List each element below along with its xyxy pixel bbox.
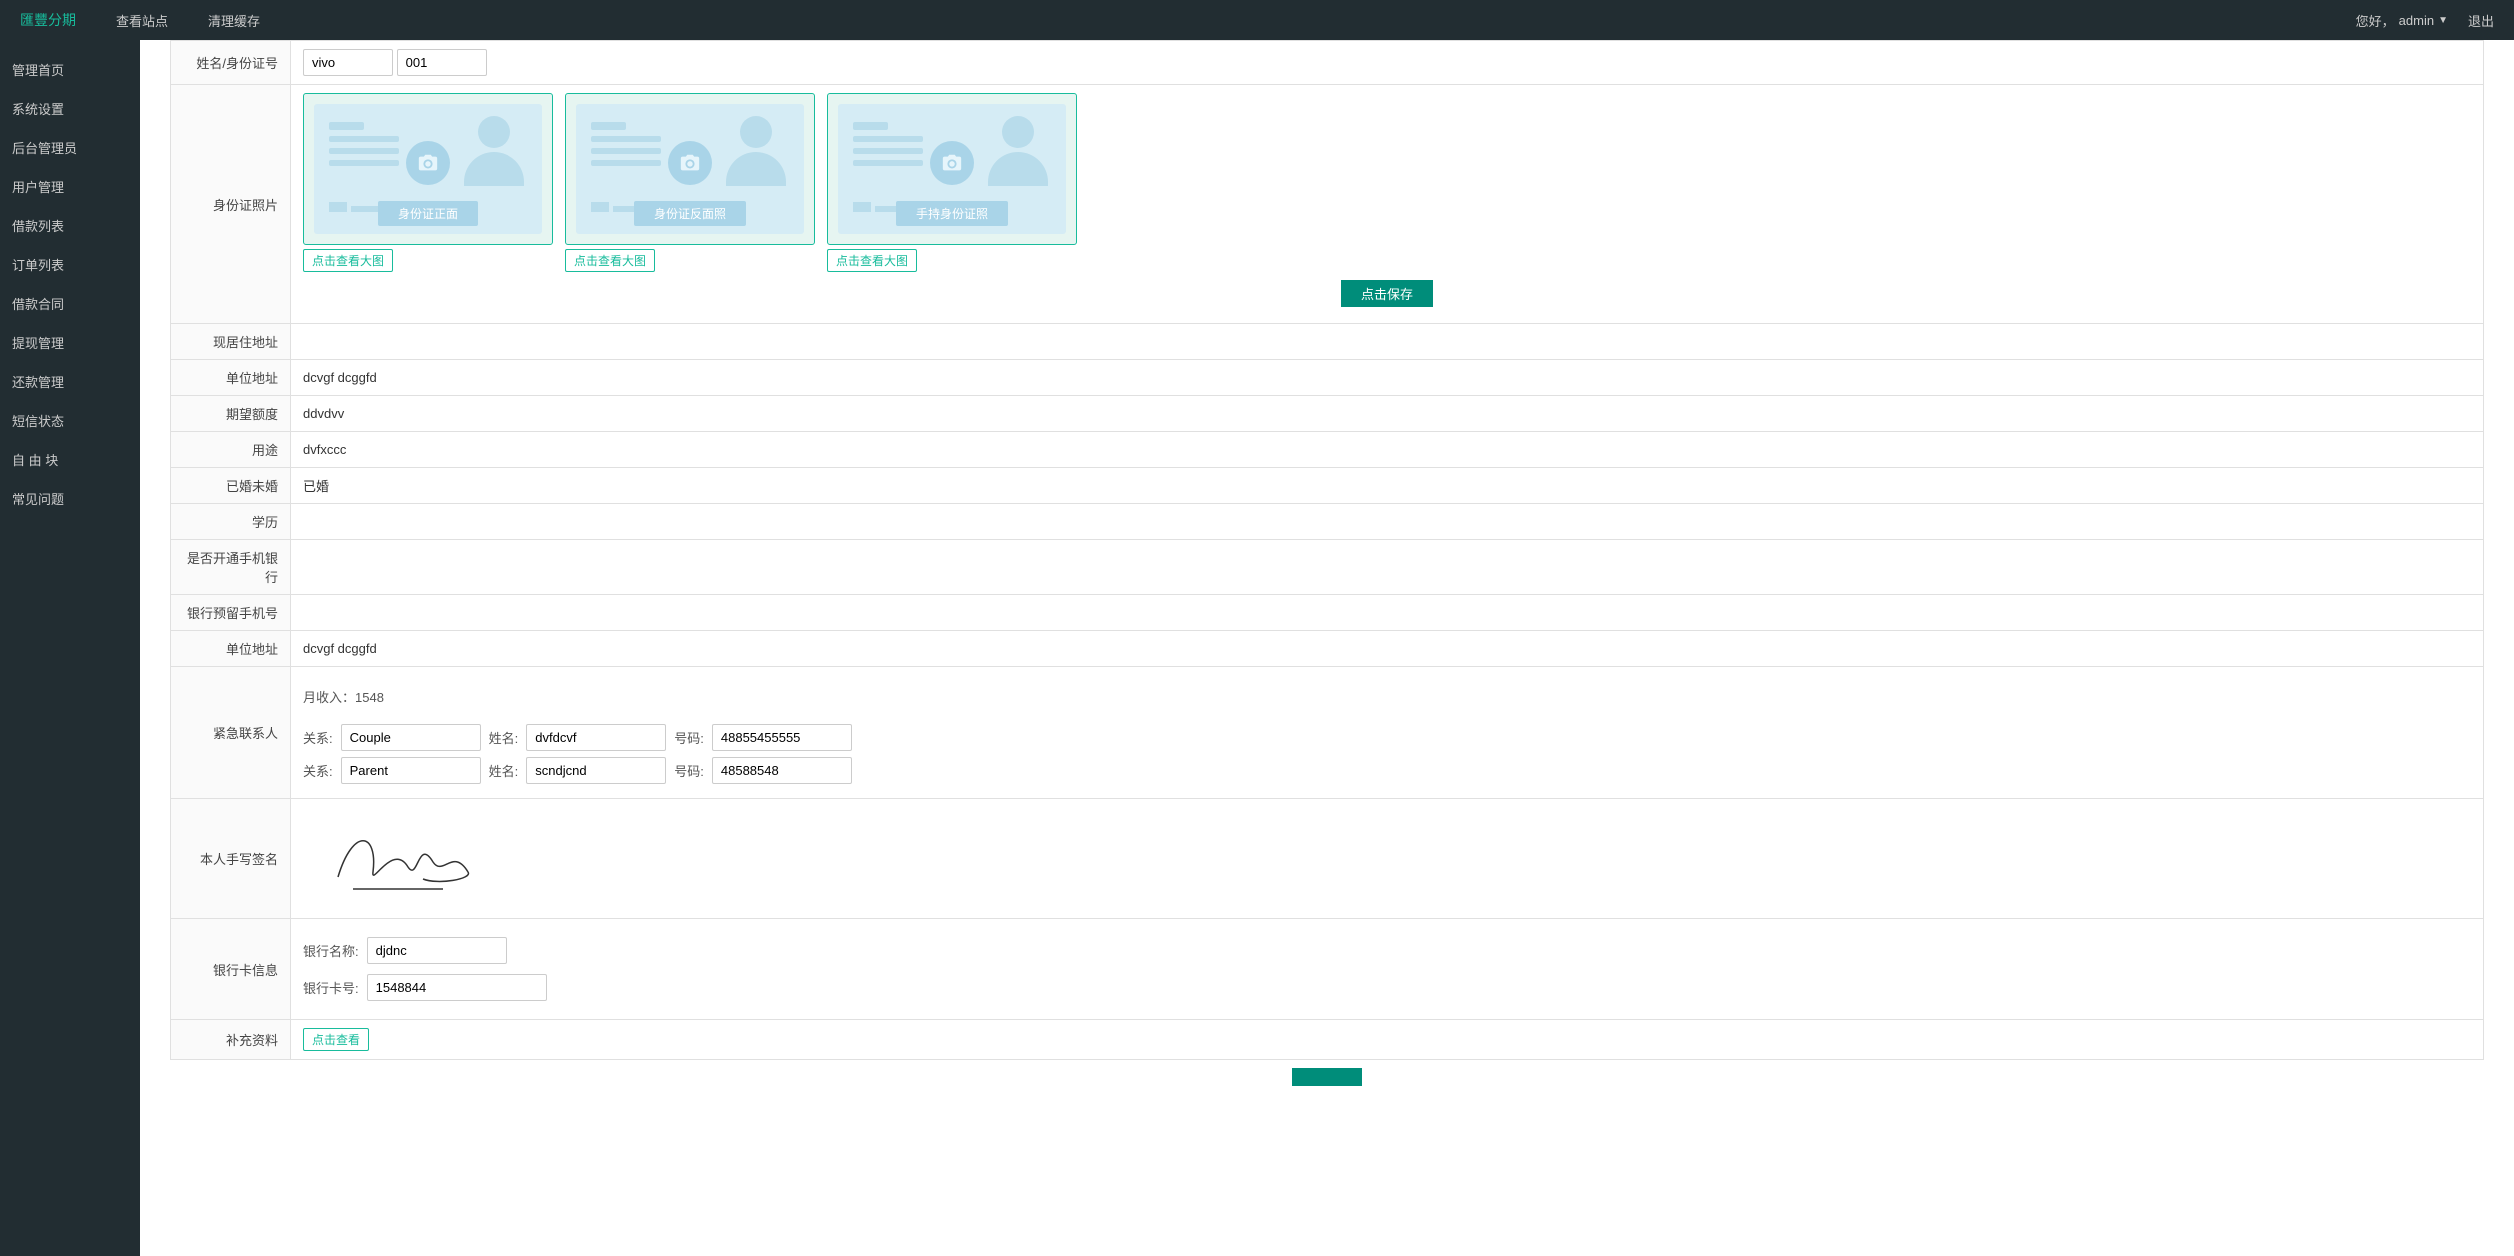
relation-label-2: 关系: (303, 761, 333, 780)
form-table: 姓名/身份证号 身份证照片 (170, 40, 2484, 1060)
phone-label-2: 号码: (674, 761, 704, 780)
topbar-left: 匯豐分期 查看站点 清理缓存 (20, 10, 260, 30)
camera-icon (930, 141, 974, 185)
id-photos-row: 身份证正面 点击查看大图 (303, 93, 2471, 272)
contact-row-1: 关系: 姓名: 号码: (303, 724, 2471, 751)
id-caption-front: 身份证正面 (378, 201, 478, 226)
label-company-address: 单位地址 (171, 360, 291, 396)
topbar-right: 您好， admin ▼ 退出 (2356, 11, 2494, 30)
label-mobile-bank: 是否开通手机银行 (171, 540, 291, 595)
bottom-save-button[interactable] (1292, 1068, 1362, 1086)
user-dropdown[interactable]: 您好， admin ▼ (2356, 11, 2448, 30)
sidebar-item-loans[interactable]: 借款列表 (0, 206, 140, 245)
label-current-address: 现居住地址 (171, 324, 291, 360)
sidebar-item-freeblock[interactable]: 自 由 块 (0, 440, 140, 479)
view-large-hand[interactable]: 点击查看大图 (827, 249, 917, 272)
name-input-1[interactable] (526, 724, 666, 751)
id-caption-hand: 手持身份证照 (896, 201, 1008, 226)
relation-input-1[interactable] (341, 724, 481, 751)
value-marital: 已婚 (291, 468, 2484, 504)
save-photos-button[interactable]: 点击保存 (1341, 280, 1433, 307)
id-card-front[interactable]: 身份证正面 (303, 93, 553, 245)
sidebar-item-sms[interactable]: 短信状态 (0, 401, 140, 440)
id-card-front-wrap: 身份证正面 点击查看大图 (303, 93, 553, 272)
sidebar-item-users[interactable]: 用户管理 (0, 167, 140, 206)
contact-row-2: 关系: 姓名: 号码: (303, 757, 2471, 784)
main-content: 姓名/身份证号 身份证照片 (140, 40, 2514, 1256)
id-card-hand[interactable]: 手持身份证照 (827, 93, 1077, 245)
label-expected-amount: 期望额度 (171, 396, 291, 432)
sidebar-item-faq[interactable]: 常见问题 (0, 479, 140, 518)
value-current-address (291, 324, 2484, 360)
label-purpose: 用途 (171, 432, 291, 468)
id-card-hand-wrap: 手持身份证照 点击查看大图 (827, 93, 1077, 272)
phone-label-1: 号码: (674, 728, 704, 747)
id-card-back-wrap: 身份证反面照 点击查看大图 (565, 93, 815, 272)
value-company-address: dcvgf dcggfd (291, 360, 2484, 396)
value-bank-phone (291, 595, 2484, 631)
bank-name-label: 银行名称: (303, 941, 359, 960)
label-company-address2: 单位地址 (171, 631, 291, 667)
bank-card-input[interactable] (367, 974, 547, 1001)
name-label-2: 姓名: (489, 761, 519, 780)
brand[interactable]: 匯豐分期 (20, 10, 76, 30)
label-bank-phone: 银行预留手机号 (171, 595, 291, 631)
phone-input-2[interactable] (712, 757, 852, 784)
monthly-income-value: 1548 (355, 690, 384, 705)
label-extra: 补充资料 (171, 1020, 291, 1060)
nav-view-site[interactable]: 查看站点 (116, 11, 168, 30)
caret-down-icon: ▼ (2438, 15, 2448, 26)
value-expected-amount: ddvdvv (291, 396, 2484, 432)
sidebar-item-admin[interactable]: 后台管理员 (0, 128, 140, 167)
sidebar-item-home[interactable]: 管理首页 (0, 50, 140, 89)
sidebar-item-orders[interactable]: 订单列表 (0, 245, 140, 284)
sidebar: 管理首页 系统设置 后台管理员 用户管理 借款列表 订单列表 借款合同 提现管理… (0, 40, 140, 1256)
view-large-front[interactable]: 点击查看大图 (303, 249, 393, 272)
monthly-income: 月收入：1548 (303, 687, 2471, 706)
signature-image (303, 807, 2471, 910)
label-education: 学历 (171, 504, 291, 540)
name-label-1: 姓名: (489, 728, 519, 747)
id-placeholder-icon: 手持身份证照 (838, 104, 1066, 234)
camera-icon (406, 141, 450, 185)
value-education (291, 504, 2484, 540)
label-bank-card: 银行卡信息 (171, 919, 291, 1020)
nav-clear-cache[interactable]: 清理缓存 (208, 11, 260, 30)
id-caption-back: 身份证反面照 (634, 201, 746, 226)
value-mobile-bank (291, 540, 2484, 595)
camera-icon (668, 141, 712, 185)
relation-label-1: 关系: (303, 728, 333, 747)
id-card-back[interactable]: 身份证反面照 (565, 93, 815, 245)
sidebar-item-withdraw[interactable]: 提现管理 (0, 323, 140, 362)
label-emergency: 紧急联系人 (171, 667, 291, 799)
label-id-photos: 身份证照片 (171, 85, 291, 324)
monthly-income-label: 月收入： (303, 690, 355, 705)
view-extra-button[interactable]: 点击查看 (303, 1028, 369, 1051)
bank-card-label: 银行卡号: (303, 978, 359, 997)
topbar: 匯豐分期 查看站点 清理缓存 您好， admin ▼ 退出 (0, 0, 2514, 40)
bank-name-input[interactable] (367, 937, 507, 964)
name-input-2[interactable] (526, 757, 666, 784)
bank-card-row: 银行卡号: (303, 974, 2471, 1001)
relation-input-2[interactable] (341, 757, 481, 784)
greeting: 您好， (2356, 11, 2395, 30)
logout-link[interactable]: 退出 (2468, 11, 2494, 30)
view-large-back[interactable]: 点击查看大图 (565, 249, 655, 272)
id-placeholder-icon: 身份证正面 (314, 104, 542, 234)
label-name-id: 姓名/身份证号 (171, 41, 291, 85)
sidebar-item-repayment[interactable]: 还款管理 (0, 362, 140, 401)
sidebar-item-system[interactable]: 系统设置 (0, 89, 140, 128)
bank-name-row: 银行名称: (303, 937, 2471, 964)
input-name[interactable] (303, 49, 393, 76)
label-marital: 已婚未婚 (171, 468, 291, 504)
sidebar-item-contracts[interactable]: 借款合同 (0, 284, 140, 323)
value-purpose: dvfxccc (291, 432, 2484, 468)
label-signature: 本人手写签名 (171, 799, 291, 919)
phone-input-1[interactable] (712, 724, 852, 751)
value-company-address2: dcvgf dcggfd (291, 631, 2484, 667)
username: admin (2399, 13, 2434, 28)
id-placeholder-icon: 身份证反面照 (576, 104, 804, 234)
input-idno[interactable] (397, 49, 487, 76)
